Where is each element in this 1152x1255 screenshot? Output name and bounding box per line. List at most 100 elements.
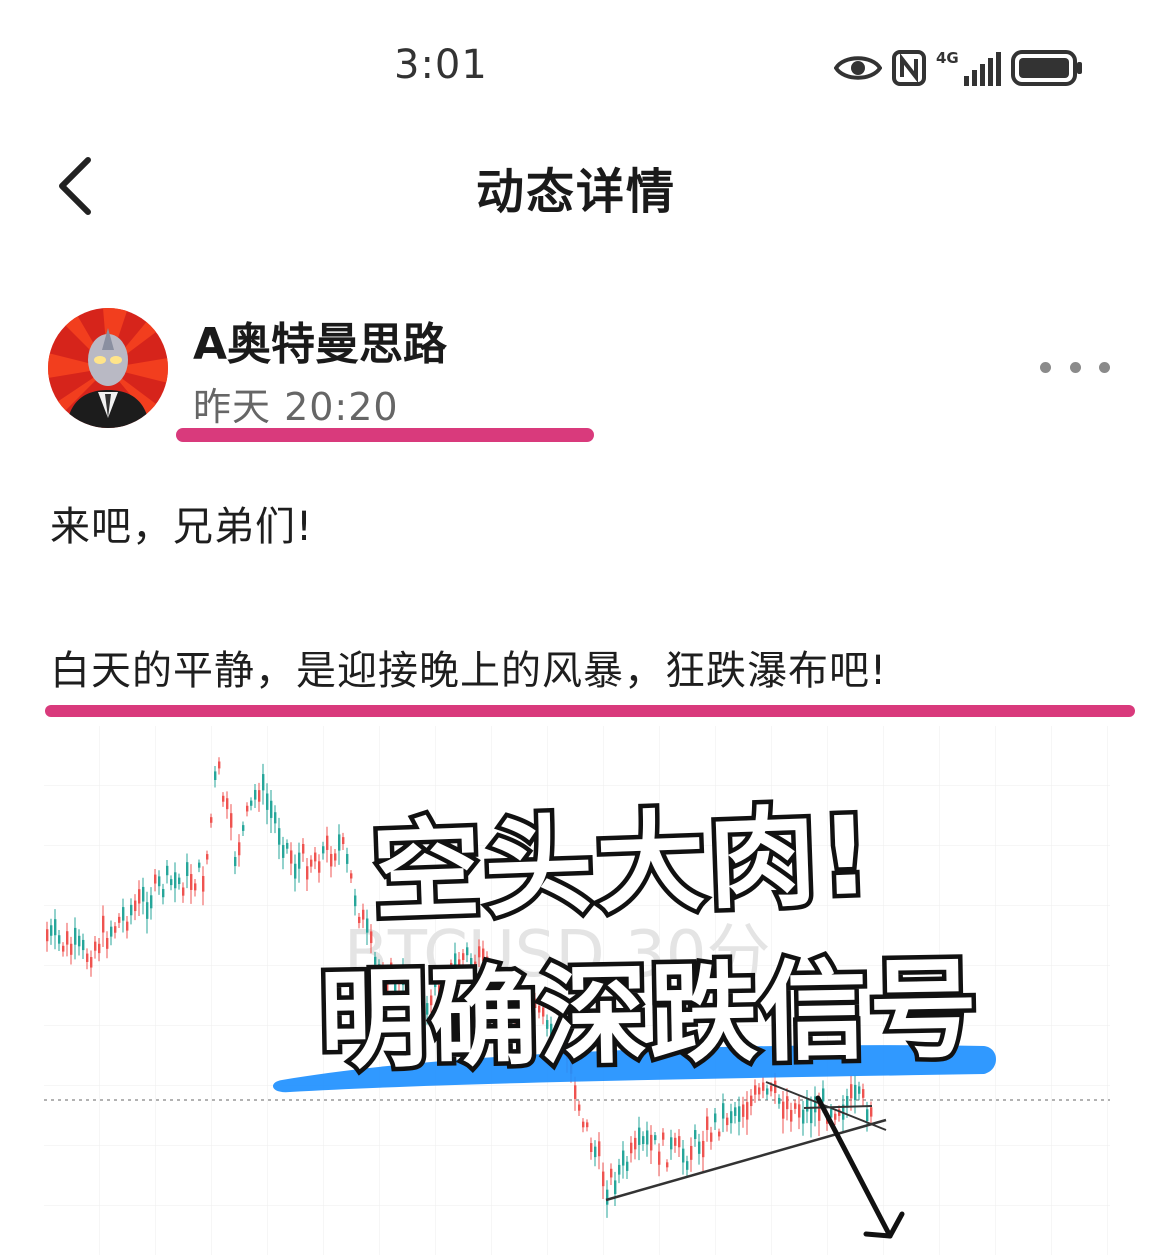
candle-body (750, 1095, 753, 1107)
candle-body (314, 852, 317, 862)
candle-body (630, 1142, 633, 1154)
candle-body (294, 863, 297, 879)
candle-body (234, 856, 237, 867)
candle-body (698, 1141, 701, 1154)
candle-body (710, 1132, 713, 1142)
status-icons: 4G (834, 46, 1085, 90)
candle-body (790, 1109, 793, 1122)
candle-body (98, 943, 101, 954)
candle-body (78, 935, 81, 947)
candle-body (134, 900, 137, 912)
candle-body (850, 1084, 853, 1099)
candle-body (670, 1137, 673, 1150)
candle-body (690, 1146, 693, 1160)
candle-body (738, 1106, 741, 1122)
candle-body (870, 1107, 873, 1117)
candle-body (150, 895, 153, 909)
candle-body (834, 1113, 837, 1120)
candle-body (202, 876, 205, 892)
candle-body (182, 887, 185, 896)
candle-body (858, 1086, 861, 1094)
candle-body (190, 874, 193, 890)
candle-body (762, 1082, 765, 1091)
candle-body (646, 1130, 649, 1145)
candle-body (146, 902, 149, 919)
candle-body (246, 805, 249, 812)
candle-body (758, 1087, 761, 1095)
candle-body (322, 846, 325, 854)
signal-icon: 4G (936, 50, 1001, 86)
candle-body (866, 1109, 869, 1122)
candle-body (590, 1143, 593, 1152)
candle-body (50, 925, 53, 936)
candle-body (598, 1141, 601, 1157)
candle-body (262, 774, 265, 791)
candle-body (210, 817, 213, 823)
candle-body (658, 1151, 661, 1165)
candle-body (726, 1117, 729, 1126)
candle-body (586, 1122, 589, 1128)
time-highlight-underline (176, 428, 594, 442)
candle-body (614, 1180, 617, 1195)
candle-body (650, 1134, 653, 1151)
candle-body (370, 931, 373, 944)
candle-body (174, 872, 177, 889)
candle-body (326, 835, 329, 850)
candle-body (162, 889, 165, 898)
more-button[interactable] (1040, 350, 1110, 384)
candle-body (862, 1089, 865, 1098)
candle-body (338, 834, 341, 851)
avatar[interactable] (48, 308, 168, 428)
candle-body (346, 853, 349, 864)
candle-body (354, 895, 357, 907)
image-subheadline: 明确深跌信号 (318, 947, 980, 1083)
candle-body (810, 1106, 813, 1124)
candle-body (854, 1084, 857, 1101)
candle-body (46, 929, 49, 942)
image-headline: 空头大肉! (371, 794, 876, 936)
candle-body (178, 877, 181, 885)
candle-body (610, 1168, 613, 1178)
candle-body (334, 853, 337, 861)
author-name[interactable]: A奥特曼思路 (193, 308, 447, 372)
candle-body (118, 916, 121, 923)
candle-body (222, 795, 225, 802)
candle-body (102, 915, 105, 933)
candle-body (214, 771, 217, 781)
candle-body (66, 931, 69, 945)
candle-body (638, 1127, 641, 1145)
candle-body (574, 1085, 577, 1099)
candle-body (254, 789, 257, 800)
candle-body (298, 852, 301, 869)
candle-body (70, 943, 73, 955)
candle-body (618, 1164, 621, 1175)
candle-body (734, 1107, 737, 1116)
candle-body (58, 935, 61, 944)
candle-body (702, 1140, 705, 1158)
candle-body (154, 874, 157, 884)
candle-body (266, 793, 269, 810)
candle-body (626, 1161, 629, 1171)
candle-body (666, 1162, 669, 1168)
candle-body (350, 873, 353, 879)
candle-body (822, 1088, 825, 1102)
nfc-icon (892, 50, 926, 86)
candle-body (742, 1104, 745, 1117)
candle-body (310, 859, 313, 867)
candle-body (242, 825, 245, 831)
candle-body (142, 886, 145, 902)
candle-body (110, 926, 113, 937)
candle-body (114, 926, 117, 933)
candle-body (706, 1116, 709, 1130)
candle-body (770, 1085, 773, 1092)
candle-body (594, 1146, 597, 1158)
candle-body (466, 947, 469, 956)
candle-body (622, 1150, 625, 1166)
candle-body (778, 1097, 781, 1104)
candle-body (782, 1101, 785, 1119)
candle-body (606, 1189, 609, 1205)
candle-body (794, 1103, 797, 1109)
candle-body (62, 945, 65, 952)
candle-body (686, 1161, 689, 1170)
post-image[interactable]: BTCUSD 30分 空头大肉! 明确深跌信号 (44, 726, 1110, 1255)
